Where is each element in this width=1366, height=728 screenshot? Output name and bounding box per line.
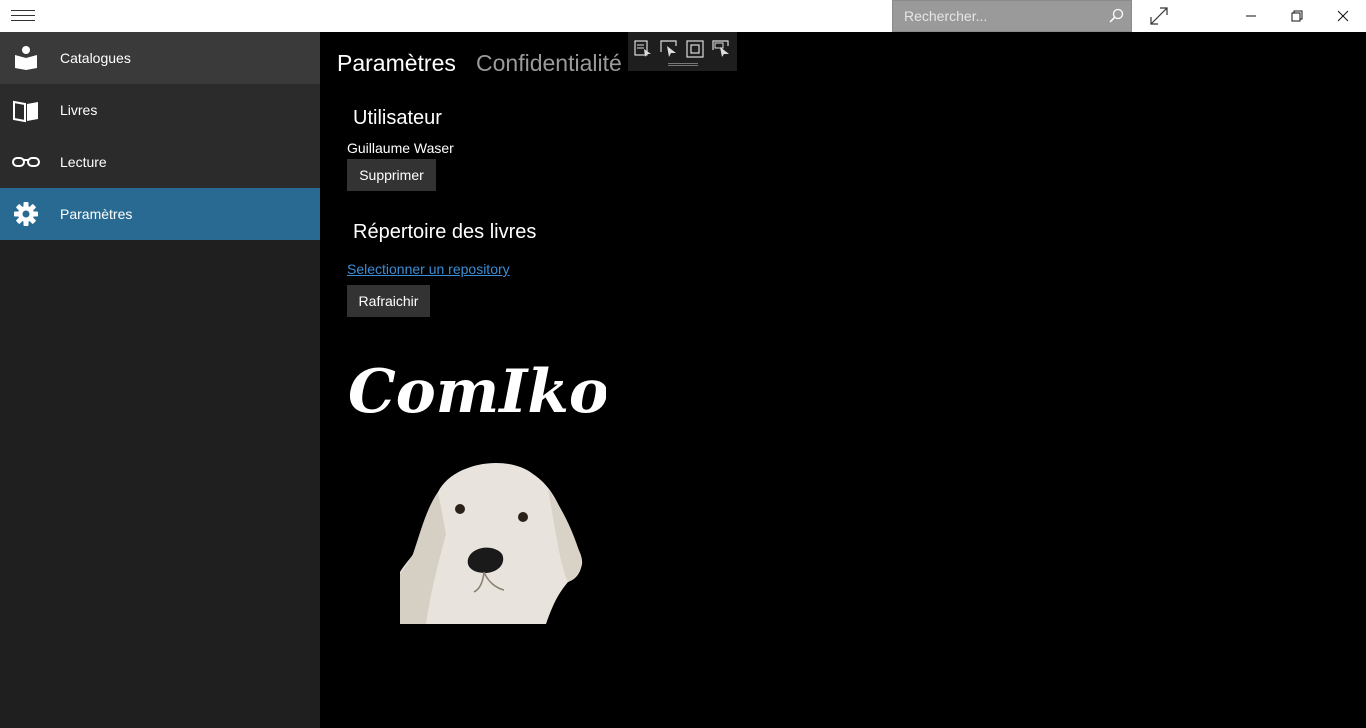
gear-icon <box>12 201 40 227</box>
toolbar-grip[interactable] <box>668 63 698 66</box>
close-icon[interactable] <box>1320 0 1366 32</box>
repo-section-title: Répertoire des livres <box>353 221 537 243</box>
dog-mascot-image <box>398 454 588 624</box>
layout-adorner-icon[interactable] <box>686 40 704 58</box>
minimize-icon[interactable] <box>1228 0 1274 32</box>
search-icon[interactable] <box>1107 7 1125 25</box>
tab-parametres[interactable]: Paramètres <box>337 50 456 77</box>
tab-confidentialite[interactable]: Confidentialité <box>476 50 622 77</box>
sidebar-item-label: Catalogues <box>60 50 131 66</box>
book-icon <box>12 97 40 123</box>
sidebar-item-label: Lecture <box>60 154 107 170</box>
search-input[interactable] <box>893 1 1103 31</box>
glasses-icon <box>12 149 40 175</box>
sidebar-item-lecture[interactable]: Lecture <box>0 136 320 188</box>
hamburger-icon[interactable] <box>0 0 46 32</box>
catalog-icon <box>12 45 40 71</box>
expand-icon[interactable] <box>1137 0 1183 32</box>
sidebar-item-catalogues[interactable]: Catalogues <box>0 32 320 84</box>
debug-toolbar <box>628 32 737 71</box>
select-repository-link[interactable]: Selectionner un repository <box>347 261 510 277</box>
select-element-icon[interactable] <box>634 40 652 58</box>
restore-icon[interactable] <box>1274 0 1320 32</box>
sidebar-item-label: Livres <box>60 102 98 118</box>
title-bar <box>0 0 1366 32</box>
pointer-select-icon[interactable] <box>660 40 678 58</box>
user-section-title: Utilisateur <box>353 107 442 129</box>
refresh-button[interactable]: Rafraichir <box>347 285 430 317</box>
search-box <box>892 0 1132 32</box>
sidebar-item-label: Paramètres <box>60 206 133 222</box>
track-focus-icon[interactable] <box>712 40 730 58</box>
sidebar-item-parametres[interactable]: Paramètres <box>0 188 320 240</box>
main-content: Paramètres Confidentialité Utilisateur G… <box>320 32 1366 728</box>
svg-text:ComIko: ComIko <box>348 357 606 426</box>
user-name: Guillaume Waser <box>347 140 454 156</box>
delete-user-button[interactable]: Supprimer <box>347 159 436 191</box>
sidebar-item-livres[interactable]: Livres <box>0 84 320 136</box>
comiko-logo: ComIko <box>346 350 609 427</box>
sidebar: Catalogues Livres Lecture Paramètres <box>0 32 320 728</box>
